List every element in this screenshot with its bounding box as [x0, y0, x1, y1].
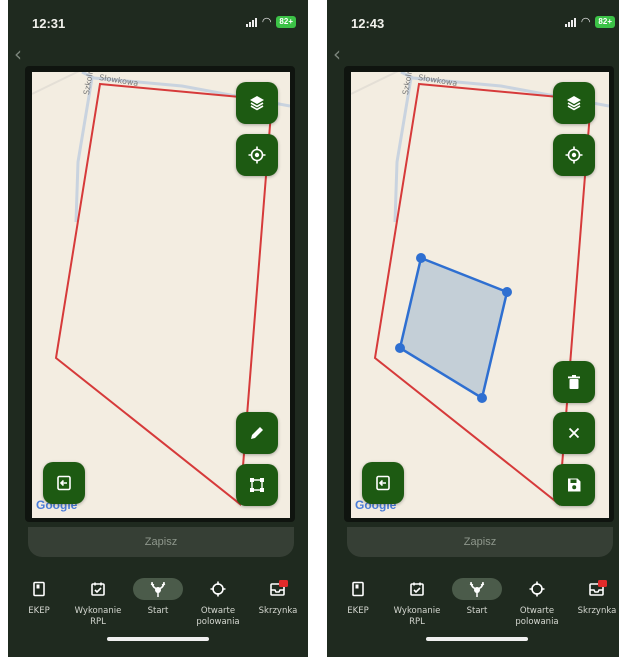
nav-label: EKEP	[28, 606, 50, 616]
nav-label: Wykonanie RPL	[393, 606, 441, 627]
nav-item-ekep[interactable]: EKEP	[9, 578, 69, 617]
back-icon[interactable]: ‹	[333, 44, 341, 64]
polygon-icon	[250, 478, 264, 492]
book-icon	[32, 578, 46, 600]
clock: 12:43	[351, 16, 385, 31]
start-pill	[133, 578, 183, 600]
save-button[interactable]: Zapisz	[347, 527, 613, 557]
book-icon	[351, 578, 365, 600]
cancel-button[interactable]	[553, 412, 595, 454]
nav-item-skrzynka[interactable]: Skrzynka	[248, 578, 308, 617]
nav-item-skrzynka[interactable]: Skrzynka	[567, 578, 619, 617]
status-bar: 12:31 ◠ 82+	[8, 0, 308, 40]
nav-item-start[interactable]: Start	[128, 578, 188, 617]
close-icon	[568, 427, 580, 439]
location-target-icon	[248, 146, 266, 164]
selected-area-polygon[interactable]	[398, 256, 509, 400]
draw-polygon-button[interactable]	[236, 464, 278, 506]
polygon-vertex-handle[interactable]	[502, 287, 512, 297]
nav-item-wykonanie-rpl[interactable]: Wykonanie RPL	[387, 578, 447, 628]
antlers-icon	[133, 578, 183, 600]
polygon-vertex-handle[interactable]	[477, 393, 487, 403]
polygon-vertex-handle[interactable]	[395, 343, 405, 353]
save-polygon-button[interactable]	[553, 464, 595, 506]
inbox-icon	[268, 578, 288, 600]
signal-icon	[564, 17, 576, 27]
nav-item-start[interactable]: Start	[447, 578, 507, 617]
trash-icon	[568, 375, 580, 389]
system-icons: ◠ 82+	[245, 15, 296, 28]
nav-label: Otwarte polowania	[196, 606, 240, 627]
save-button[interactable]: Zapisz	[28, 527, 294, 557]
save-label: Zapisz	[144, 536, 178, 548]
status-bar: 12:43 ◠ 82+	[327, 0, 619, 40]
import-icon	[57, 475, 71, 491]
import-button[interactable]	[362, 462, 404, 504]
polygon-vertex-handle[interactable]	[416, 253, 426, 263]
crosshair-icon	[529, 578, 545, 600]
location-target-icon	[565, 146, 583, 164]
nav-item-wykonanie-rpl[interactable]: Wykonanie RPL	[68, 578, 128, 628]
nav-label: Otwarte polowania	[515, 606, 559, 627]
nav-item-otwarte-polowania[interactable]: Otwarte polowania	[507, 578, 567, 628]
antlers-icon	[452, 578, 502, 600]
layers-button[interactable]	[236, 82, 278, 124]
nav-label: Wykonanie RPL	[74, 606, 122, 627]
edit-button[interactable]	[236, 412, 278, 454]
back-icon[interactable]: ‹	[14, 44, 22, 64]
import-button[interactable]	[43, 462, 85, 504]
battery-icon: 82+	[595, 16, 615, 28]
system-icons: ◠ 82+	[564, 15, 615, 28]
bottom-navigation: EKEP Wykonanie RPL Start Otwarte polowan…	[327, 574, 619, 644]
phone-screen-left: 12:31 ◠ 82+ ‹ Słowkowa Szkolna Google Za…	[8, 0, 308, 657]
my-location-button[interactable]	[236, 134, 278, 176]
nav-label: Start	[466, 606, 488, 616]
home-indicator	[426, 637, 528, 641]
import-icon	[376, 475, 390, 491]
nav-item-ekep[interactable]: EKEP	[328, 578, 388, 617]
nav-label: Skrzynka	[258, 606, 298, 616]
wifi-icon: ◠	[261, 15, 272, 28]
calendar-check-icon	[409, 578, 425, 600]
nav-label: Skrzynka	[577, 606, 617, 616]
layers-button[interactable]	[553, 82, 595, 124]
floppy-disk-icon	[568, 478, 581, 492]
layers-icon	[250, 96, 264, 111]
nav-label: EKEP	[347, 606, 369, 616]
bottom-navigation: EKEP Wykonanie RPL Start Otwarte polowan…	[8, 574, 308, 644]
nav-label: Start	[147, 606, 169, 616]
layers-icon	[567, 96, 581, 111]
calendar-check-icon	[90, 578, 106, 600]
crosshair-icon	[210, 578, 226, 600]
inbox-icon	[587, 578, 607, 600]
my-location-button[interactable]	[553, 134, 595, 176]
pencil-icon	[251, 427, 263, 439]
nav-item-otwarte-polowania[interactable]: Otwarte polowania	[188, 578, 248, 628]
home-indicator	[107, 637, 209, 641]
signal-icon	[245, 17, 257, 27]
phone-screen-right: 12:43 ◠ 82+ ‹ Słowkowa Szkolna Google Za…	[327, 0, 619, 657]
delete-button[interactable]	[553, 361, 595, 403]
battery-icon: 82+	[276, 16, 296, 28]
clock: 12:31	[32, 16, 66, 31]
save-label: Zapisz	[463, 536, 497, 548]
start-pill	[452, 578, 502, 600]
wifi-icon: ◠	[580, 15, 591, 28]
